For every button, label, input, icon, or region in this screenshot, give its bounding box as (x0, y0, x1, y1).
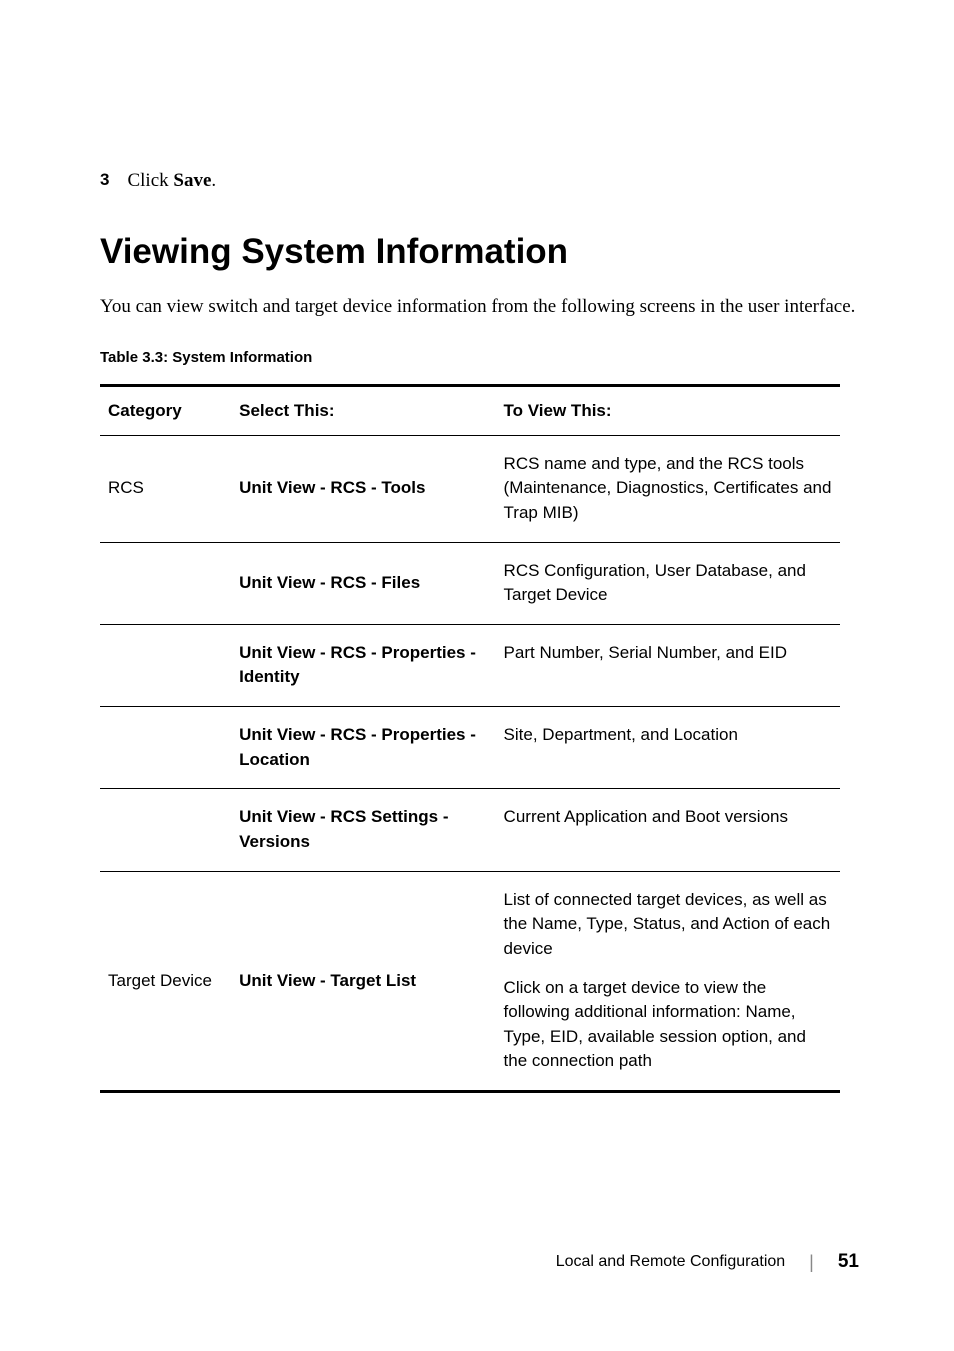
cell-view: Site, Department, and Location (496, 707, 840, 789)
cell-view: List of connected target devices, as wel… (496, 871, 840, 1091)
cell-select: Unit View - Target List (231, 871, 495, 1091)
table-row: Unit View - RCS - Properties - Identity … (100, 624, 840, 706)
intro-paragraph: You can view switch and target device in… (100, 294, 859, 321)
cell-view: RCS Configuration, User Database, and Ta… (496, 542, 840, 624)
cell-category: RCS (100, 435, 231, 542)
footer-divider: | (809, 1252, 814, 1273)
cell-select: Unit View - RCS Settings - Versions (231, 789, 495, 871)
table-header-row: Category Select This: To View This: (100, 385, 840, 435)
table-caption: Table 3.3: System Information (100, 349, 859, 366)
header-category: Category (100, 385, 231, 435)
table-row: Target Device Unit View - Target List Li… (100, 871, 840, 1091)
cell-select: Unit View - RCS - Tools (231, 435, 495, 542)
page-heading: Viewing System Information (100, 232, 859, 272)
footer-section: Local and Remote Configuration (556, 1253, 785, 1271)
cell-category (100, 707, 231, 789)
cell-select: Unit View - RCS - Files (231, 542, 495, 624)
table-row: Unit View - RCS Settings - Versions Curr… (100, 789, 840, 871)
system-info-table: Category Select This: To View This: RCS … (100, 384, 840, 1094)
step-text: Click Save. (127, 170, 216, 192)
page-footer: Local and Remote Configuration | 51 (556, 1251, 859, 1273)
cell-select: Unit View - RCS - Properties - Identity (231, 624, 495, 706)
step-line: 3 Click Save. (100, 170, 859, 192)
cell-category: Target Device (100, 871, 231, 1091)
cell-view: Part Number, Serial Number, and EID (496, 624, 840, 706)
cell-view: Current Application and Boot versions (496, 789, 840, 871)
cell-category (100, 542, 231, 624)
table-row: Unit View - RCS - Properties - Location … (100, 707, 840, 789)
cell-category (100, 789, 231, 871)
cell-select: Unit View - RCS - Properties - Location (231, 707, 495, 789)
step-number: 3 (100, 170, 109, 192)
cell-category (100, 624, 231, 706)
cell-view: RCS name and type, and the RCS tools (Ma… (496, 435, 840, 542)
footer-page-number: 51 (838, 1251, 859, 1273)
table-row: RCS Unit View - RCS - Tools RCS name and… (100, 435, 840, 542)
header-view: To View This: (496, 385, 840, 435)
header-select: Select This: (231, 385, 495, 435)
table-row: Unit View - RCS - Files RCS Configuratio… (100, 542, 840, 624)
